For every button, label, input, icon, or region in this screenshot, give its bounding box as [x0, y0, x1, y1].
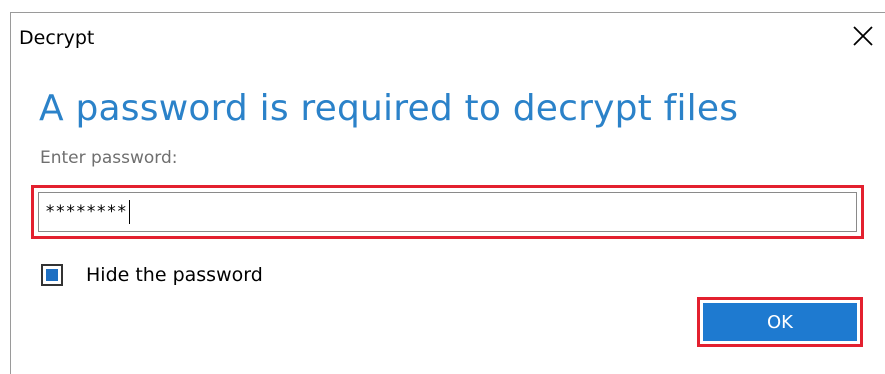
dialog-title: Decrypt	[19, 27, 95, 49]
dialog-heading: A password is required to decrypt files	[39, 88, 739, 129]
hide-password-checkbox[interactable]	[41, 264, 63, 286]
close-button[interactable]	[843, 21, 883, 55]
ok-button-highlight: OK	[697, 297, 863, 347]
text-caret	[128, 200, 130, 224]
password-value: ********	[45, 202, 127, 222]
checkbox-checked-indicator	[46, 269, 58, 281]
password-label: Enter password:	[40, 148, 178, 168]
password-field-highlight: ********	[31, 185, 864, 239]
hide-password-label[interactable]: Hide the password	[86, 264, 263, 286]
close-icon	[852, 25, 874, 51]
decrypt-dialog: Decrypt A password is required to decryp…	[10, 12, 885, 374]
password-input[interactable]: ********	[38, 192, 857, 232]
ok-button[interactable]: OK	[703, 303, 857, 341]
